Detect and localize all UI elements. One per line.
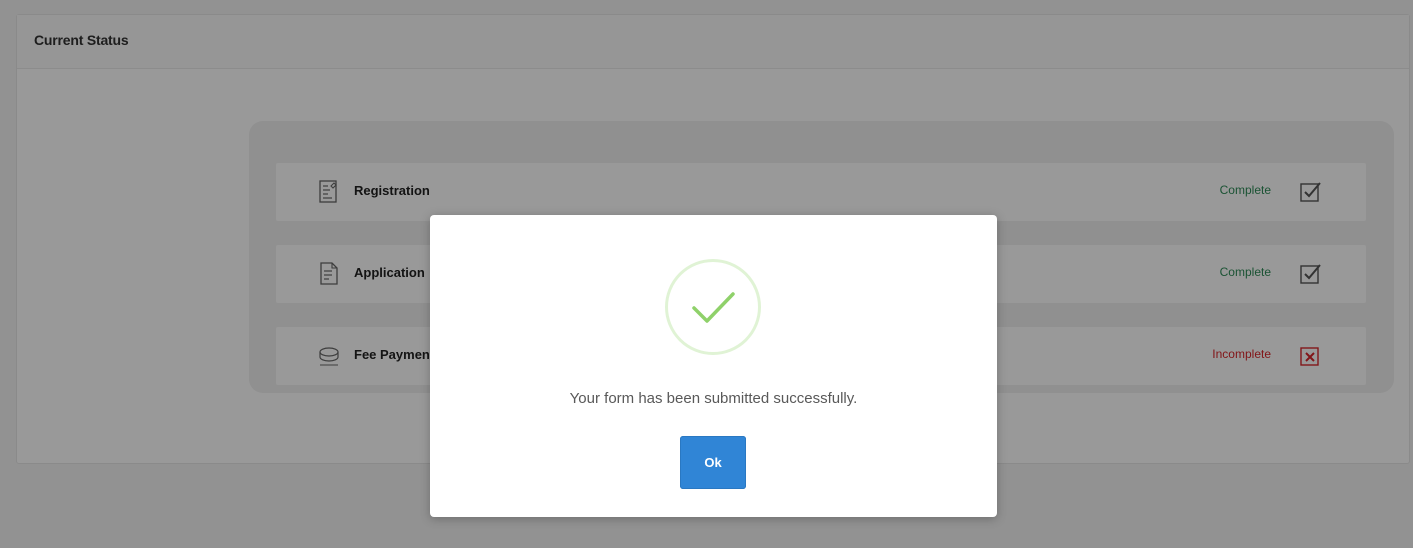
- success-checkmark-icon: [665, 259, 761, 355]
- page: Current Status Registration Complete App…: [0, 0, 1413, 548]
- ok-button[interactable]: Ok: [680, 436, 746, 489]
- success-dialog: Your form has been submitted successfull…: [430, 215, 997, 517]
- dialog-message: Your form has been submitted successfull…: [569, 390, 858, 407]
